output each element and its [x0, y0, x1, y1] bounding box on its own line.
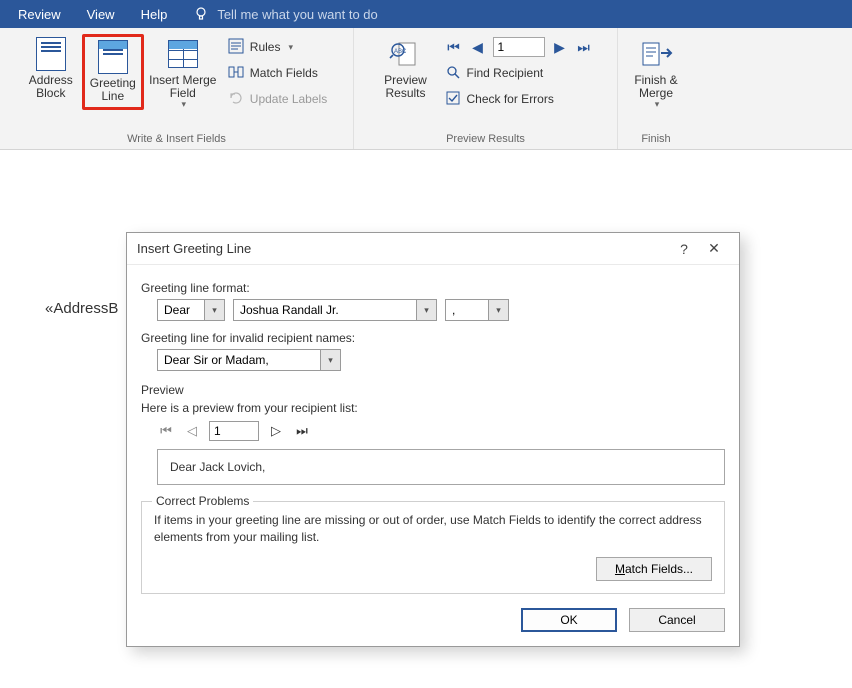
- check-errors-icon: [445, 90, 461, 109]
- cancel-button[interactable]: Cancel: [629, 608, 725, 632]
- name-format-input[interactable]: [233, 299, 417, 321]
- match-fields-dialog-button[interactable]: Match Fields...: [596, 557, 712, 581]
- preview-results-label: Preview Results: [384, 74, 427, 100]
- rules-button[interactable]: Rules ▾: [228, 36, 327, 58]
- ribbon: Address Block Greeting Line Insert Merge…: [0, 28, 852, 150]
- match-fields-rest: atch Fields...: [625, 562, 693, 576]
- punctuation-combo[interactable]: ▾: [445, 299, 509, 321]
- next-record-button[interactable]: ▶: [551, 39, 569, 56]
- rules-label: Rules: [250, 40, 281, 54]
- address-block-icon: [36, 36, 66, 72]
- write-insert-small-buttons: Rules ▾ Match Fields Update Labels: [222, 34, 333, 112]
- finish-merge-label: Finish & Merge: [634, 74, 677, 100]
- check-errors-label: Check for Errors: [467, 92, 554, 106]
- preview-record-navigation: ⏮ ◁ ▷ ⏭: [157, 421, 725, 441]
- first-record-button[interactable]: ⏮: [445, 39, 463, 56]
- greeting-word-input[interactable]: [157, 299, 205, 321]
- preview-last-button[interactable]: ⏭: [293, 423, 311, 439]
- record-navigation: ⏮ ◀ ▶ ⏭: [445, 36, 593, 58]
- preview-section-label: Preview: [141, 383, 725, 397]
- invalid-greeting-combo[interactable]: ▾: [157, 349, 341, 371]
- merge-field-placeholder: «AddressB: [45, 300, 118, 317]
- update-labels-button: Update Labels: [228, 88, 327, 110]
- preview-results-controls: ⏮ ◀ ▶ ⏭ Find Recipient Check for: [439, 34, 599, 112]
- chevron-down-icon: ▾: [288, 42, 293, 53]
- correct-problems-group: Correct Problems If items in your greeti…: [141, 501, 725, 594]
- invalid-greeting-input[interactable]: [157, 349, 321, 371]
- address-block-label: Address Block: [29, 74, 73, 100]
- finish-merge-icon: [639, 36, 673, 72]
- preview-text: Dear Jack Lovich,: [170, 460, 265, 474]
- preview-prev-button: ◁: [183, 423, 201, 439]
- ok-button[interactable]: OK: [521, 608, 617, 632]
- find-recipient-button[interactable]: Find Recipient: [445, 62, 593, 84]
- dialog-title-bar: Insert Greeting Line ? ✕: [127, 233, 739, 265]
- rules-icon: [228, 38, 244, 57]
- chevron-down-icon[interactable]: ▾: [417, 299, 437, 321]
- update-labels-icon: [228, 90, 244, 109]
- find-recipient-icon: [445, 64, 461, 83]
- invalid-names-label: Greeting line for invalid recipient name…: [141, 331, 725, 345]
- preview-hint: Here is a preview from your recipient li…: [141, 401, 725, 415]
- match-fields-button[interactable]: Match Fields: [228, 62, 327, 84]
- prev-record-button[interactable]: ◀: [469, 39, 487, 56]
- preview-record-input[interactable]: [209, 421, 259, 441]
- group-label-write-insert: Write & Insert Fields: [127, 133, 226, 147]
- tab-review[interactable]: Review: [6, 0, 73, 28]
- dialog-close-button[interactable]: ✕: [699, 240, 729, 257]
- lightbulb-icon: [193, 6, 209, 22]
- match-fields-hotkey: M: [615, 562, 625, 576]
- update-labels-label: Update Labels: [250, 92, 327, 106]
- match-fields-label: Match Fields: [250, 66, 318, 80]
- punctuation-input[interactable]: [445, 299, 489, 321]
- last-record-button[interactable]: ⏭: [575, 39, 593, 56]
- group-label-preview-results: Preview Results: [446, 133, 525, 147]
- greeting-line-icon: [98, 39, 128, 75]
- preview-text-box: Dear Jack Lovich,: [157, 449, 725, 485]
- insert-merge-field-button[interactable]: Insert Merge Field▾: [144, 34, 222, 110]
- group-finish: Finish & Merge▾ Finish: [618, 28, 694, 149]
- insert-merge-field-label: Insert Merge Field: [149, 74, 216, 100]
- group-preview-results: ABC Preview Results ⏮ ◀ ▶ ⏭ Find Recipie…: [354, 28, 618, 149]
- correct-problems-text: If items in your greeting line are missi…: [154, 512, 712, 547]
- preview-results-button[interactable]: ABC Preview Results: [373, 34, 439, 104]
- chevron-down-icon[interactable]: ▾: [489, 299, 509, 321]
- correct-problems-legend: Correct Problems: [152, 494, 253, 508]
- preview-next-button[interactable]: ▷: [267, 423, 285, 439]
- insert-merge-field-icon: [168, 36, 198, 72]
- preview-first-button: ⏮: [157, 423, 175, 439]
- dialog-title: Insert Greeting Line: [137, 241, 251, 256]
- tell-me-search[interactable]: Tell me what you want to do: [217, 7, 377, 22]
- chevron-down-icon: ▾: [151, 100, 216, 110]
- match-fields-icon: [228, 64, 244, 83]
- finish-merge-button[interactable]: Finish & Merge▾: [623, 34, 689, 110]
- name-format-combo[interactable]: ▾: [233, 299, 437, 321]
- insert-greeting-line-dialog: Insert Greeting Line ? ✕ Greeting line f…: [126, 232, 740, 647]
- chevron-down-icon: ▾: [636, 100, 677, 110]
- chevron-down-icon[interactable]: ▾: [321, 349, 341, 371]
- greeting-format-label: Greeting line format:: [141, 281, 725, 295]
- address-block-button[interactable]: Address Block: [20, 34, 82, 104]
- chevron-down-icon[interactable]: ▾: [205, 299, 225, 321]
- svg-text:ABC: ABC: [394, 49, 407, 55]
- group-label-finish: Finish: [641, 133, 670, 147]
- greeting-word-combo[interactable]: ▾: [157, 299, 225, 321]
- greeting-line-button[interactable]: Greeting Line: [82, 34, 144, 110]
- menu-tab-bar: Review View Help Tell me what you want t…: [0, 0, 852, 28]
- check-for-errors-button[interactable]: Check for Errors: [445, 88, 593, 110]
- greeting-line-label: Greeting Line: [90, 77, 136, 103]
- group-write-insert-fields: Address Block Greeting Line Insert Merge…: [0, 28, 354, 149]
- dialog-help-button[interactable]: ?: [669, 241, 699, 257]
- tab-view[interactable]: View: [75, 0, 127, 28]
- tab-help[interactable]: Help: [129, 0, 180, 28]
- find-recipient-label: Find Recipient: [467, 66, 544, 80]
- dialog-footer: OK Cancel: [141, 608, 725, 632]
- preview-results-icon: ABC: [389, 36, 423, 72]
- record-number-input[interactable]: [493, 37, 545, 57]
